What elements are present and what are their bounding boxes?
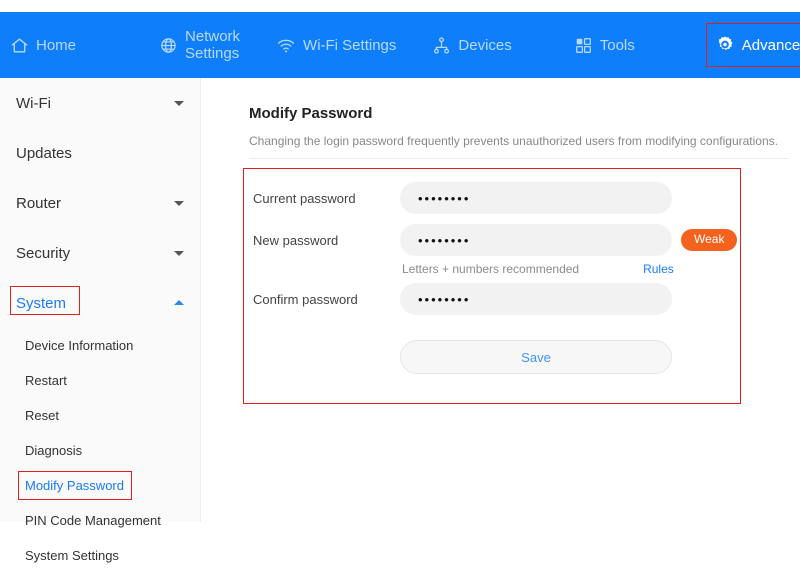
sidebar-label-reset: Reset [25,408,59,423]
sidebar-subitem-system-settings[interactable]: System Settings [0,538,200,573]
page-description: Changing the login password frequently p… [249,134,778,148]
form-row-confirm-password: Confirm password •••••••• [243,283,739,315]
main-content: Modify Password Changing the login passw… [201,78,800,540]
label-confirm-password: Confirm password [253,291,358,307]
label-current-password: Current password [253,190,356,206]
chevron-down-icon-wifi [174,101,184,106]
globe-icon [161,37,176,53]
sidebar-label-device-information: Device Information [25,338,134,353]
form-row-new-password: New password •••••••• Weak [243,224,739,256]
chevron-down-icon-security [174,251,184,256]
password-strength-badge: Weak [681,229,738,251]
sidebar-subitem-device-information[interactable]: Device Information [0,328,200,363]
sidebar-label-modify-password: Modify Password [25,478,124,493]
rules-link[interactable]: Rules [643,262,674,276]
sidebar-label-system-settings: System Settings [25,548,119,563]
save-button-wrapper: Save [400,340,672,374]
sidebar-subitem-reset[interactable]: Reset [0,398,200,433]
nav-item-tools[interactable]: Tools [574,36,635,55]
wifi-icon [277,39,295,52]
nav-item-network-settings[interactable]: Network Settings [159,28,240,62]
nav-label-wifi-settings: Wi-Fi Settings [303,36,397,54]
sidebar-item-router[interactable]: Router [0,178,200,228]
sidebar: Wi-Fi Updates Router Security System Dev… [0,78,201,563]
nav-label-tools: Tools [599,36,635,54]
nav-label-devices: Devices [458,36,512,54]
sidebar-label-updates: Updates [16,144,72,162]
chevron-down-icon-router [174,201,184,206]
sidebar-subitem-restart[interactable]: Restart [0,363,200,398]
sidebar-item-updates[interactable]: Updates [0,128,200,178]
sidebar-label-router: Router [16,194,62,212]
current-password-input[interactable]: •••••••• [400,182,672,214]
sidebar-subitem-pin-code-management[interactable]: PIN Code Management [0,503,200,538]
home-icon [11,37,28,53]
sidebar-subitem-modify-password[interactable]: Modify Password [0,468,200,503]
form-row-current-password: Current password •••••••• [243,182,739,214]
top-navigation-bar: Home Network Settings Wi-Fi Settings Dev… [0,12,800,78]
page-title: Modify Password [249,105,373,122]
sidebar-item-security[interactable]: Security [0,228,200,278]
sidebar-label-security: Security [16,244,71,262]
nav-label-advanced: Advanced [741,36,800,54]
content-divider [249,158,789,159]
sidebar-label-wifi: Wi-Fi [16,94,51,112]
label-new-password: New password [253,232,339,248]
nav-item-wifi-settings[interactable]: Wi-Fi Settings [276,36,396,55]
password-hint-text: Letters + numbers recommended [402,262,580,276]
sidebar-item-system[interactable]: System [0,278,200,328]
chevron-up-icon-system [174,300,184,305]
sidebar-label-diagnosis: Diagnosis [25,443,83,458]
nav-item-home[interactable]: Home [10,36,76,55]
sidebar-subitem-diagnosis[interactable]: Diagnosis [0,433,200,468]
save-button[interactable]: Save [400,340,672,374]
devices-sitemap-icon [434,36,450,54]
nav-item-devices[interactable]: Devices [432,36,512,55]
sidebar-label-pin-code-management: PIN Code Management [25,513,161,528]
tools-grid-icon [575,37,591,53]
confirm-password-input[interactable]: •••••••• [400,283,672,315]
modify-password-form: Current password •••••••• New password •… [243,168,741,404]
new-password-input[interactable]: •••••••• [400,224,672,256]
sidebar-label-restart: Restart [25,373,67,388]
gear-icon [718,36,733,50]
nav-item-advanced[interactable]: Advanced [705,23,800,67]
nav-label-home: Home [36,36,77,54]
sidebar-item-wifi[interactable]: Wi-Fi [0,78,200,128]
sidebar-label-system: System [16,294,67,312]
nav-label-network-settings: Network Settings [185,28,241,62]
password-hint-row: Letters + numbers recommended Rules [243,262,739,276]
